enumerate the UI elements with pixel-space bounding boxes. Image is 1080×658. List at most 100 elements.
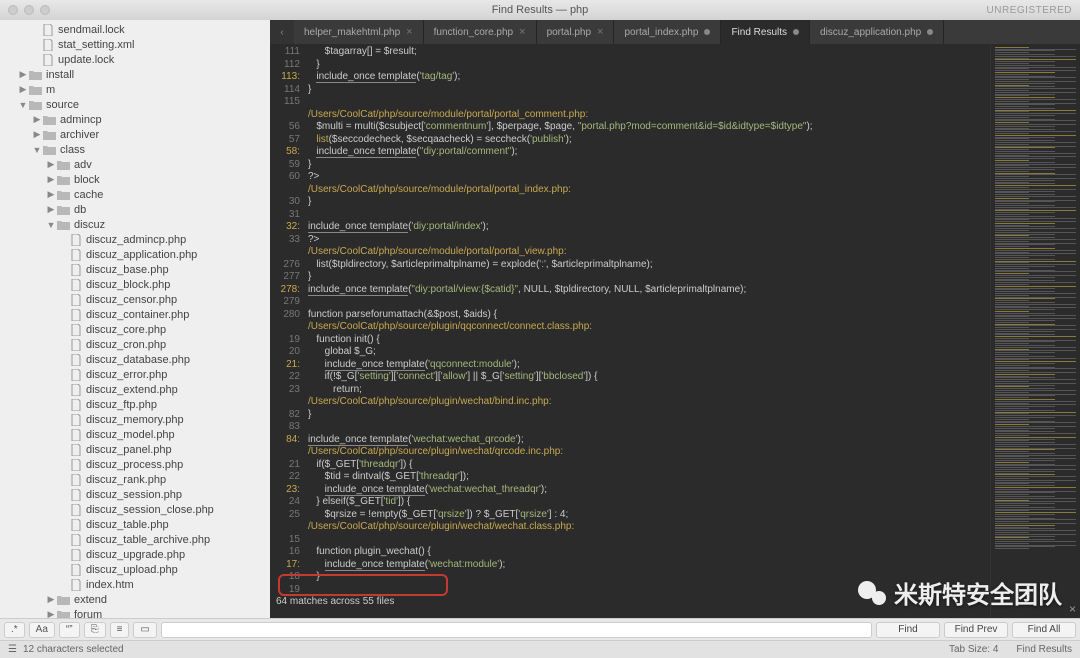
minimize-icon[interactable] [24, 5, 34, 15]
code-line[interactable]: /Users/CoolCat/php/source/module/portal/… [270, 246, 990, 259]
folder-item[interactable]: ▶cache [0, 187, 270, 202]
file-item[interactable]: discuz_error.php [0, 367, 270, 382]
code-line[interactable]: 30} [270, 196, 990, 209]
file-item[interactable]: stat_setting.xml [0, 37, 270, 52]
close-icon[interactable]: × [597, 26, 603, 38]
code-line[interactable]: 20 global $_G; [270, 346, 990, 359]
minimap[interactable] [990, 44, 1080, 618]
file-item[interactable]: sendmail.lock [0, 22, 270, 37]
code-line[interactable]: 279 [270, 296, 990, 309]
regex-toggle[interactable]: .* [4, 622, 25, 638]
code-line[interactable]: 23: include_once template('wechat:wechat… [270, 484, 990, 497]
folder-item[interactable]: ▶db [0, 202, 270, 217]
code-line[interactable]: 82} [270, 409, 990, 422]
code-line[interactable]: /Users/CoolCat/php/source/plugin/wechat/… [270, 446, 990, 459]
disclosure-arrow-icon[interactable]: ▶ [18, 69, 28, 80]
search-input[interactable] [161, 622, 872, 638]
code-line[interactable]: 21: include_once template('qqconnect:mod… [270, 359, 990, 372]
file-item[interactable]: discuz_memory.php [0, 412, 270, 427]
code-line[interactable]: 24 } elseif($_GET['tid']) { [270, 496, 990, 509]
code-line[interactable]: /Users/CoolCat/php/source/plugin/qqconne… [270, 321, 990, 334]
code-line[interactable]: 19 function init() { [270, 334, 990, 347]
close-icon[interactable]: × [406, 26, 412, 38]
zoom-icon[interactable] [40, 5, 50, 15]
file-item[interactable]: discuz_table_archive.php [0, 532, 270, 547]
folder-item[interactable]: ▼source [0, 97, 270, 112]
file-item[interactable]: discuz_ftp.php [0, 397, 270, 412]
code-line[interactable]: /Users/CoolCat/php/source/plugin/wechat/… [270, 396, 990, 409]
folder-item[interactable]: ▶install [0, 67, 270, 82]
code-line[interactable]: 18 } [270, 571, 990, 584]
find-prev-button[interactable]: Find Prev [944, 622, 1008, 638]
code-line[interactable]: 58: include_once template("diy:portal/co… [270, 146, 990, 159]
find-results-view[interactable]: 111 $tagarray[] = $result;112 }113: incl… [270, 44, 990, 618]
code-line[interactable]: 23 return; [270, 384, 990, 397]
code-line[interactable]: 112 } [270, 59, 990, 72]
disclosure-arrow-icon[interactable]: ▶ [46, 204, 56, 215]
file-item[interactable]: discuz_censor.php [0, 292, 270, 307]
file-item[interactable]: discuz_database.php [0, 352, 270, 367]
disclosure-arrow-icon[interactable]: ▶ [46, 594, 56, 605]
code-line[interactable]: 84:include_once template('wechat:wechat_… [270, 434, 990, 447]
code-line[interactable]: /Users/CoolCat/php/source/module/portal/… [270, 109, 990, 122]
sidebar-file-tree[interactable]: sendmail.lockstat_setting.xmlupdate.lock… [0, 20, 270, 618]
folder-item[interactable]: ▶forum [0, 607, 270, 618]
find-all-button[interactable]: Find All [1012, 622, 1076, 638]
folder-item[interactable]: ▶block [0, 172, 270, 187]
code-line[interactable]: 59} [270, 159, 990, 172]
tab[interactable]: helper_makehtml.php× [294, 20, 424, 44]
code-line[interactable]: 16 function plugin_wechat() { [270, 546, 990, 559]
code-line[interactable]: 111 $tagarray[] = $result; [270, 46, 990, 59]
code-line[interactable]: 280function parseforumattach(&$post, $ai… [270, 309, 990, 322]
code-line[interactable]: 57 list($seccodecheck, $secqaacheck) = s… [270, 134, 990, 147]
code-line[interactable]: 115 [270, 96, 990, 109]
wrap-toggle[interactable]: ⎘ [84, 622, 106, 638]
code-line[interactable]: 21 if($_GET['threadqr']) { [270, 459, 990, 472]
disclosure-arrow-icon[interactable]: ▼ [18, 100, 28, 110]
code-line[interactable]: /Users/CoolCat/php/source/plugin/wechat/… [270, 521, 990, 534]
file-item[interactable]: index.htm [0, 577, 270, 592]
code-line[interactable]: 22 if(!$_G['setting']['connect']['allow'… [270, 371, 990, 384]
file-item[interactable]: discuz_base.php [0, 262, 270, 277]
code-line[interactable]: 32:include_once template('diy:portal/ind… [270, 221, 990, 234]
highlight-toggle[interactable]: ▭ [133, 622, 156, 638]
file-item[interactable]: discuz_block.php [0, 277, 270, 292]
code-line[interactable]: 60?> [270, 171, 990, 184]
file-item[interactable]: discuz_container.php [0, 307, 270, 322]
in-selection-toggle[interactable]: ≡ [110, 622, 130, 638]
file-item[interactable]: update.lock [0, 52, 270, 67]
close-icon[interactable]: × [519, 26, 525, 38]
folder-item[interactable]: ▶archiver [0, 127, 270, 142]
code-line[interactable]: 25 $qrsize = !empty($_GET['qrsize']) ? $… [270, 509, 990, 522]
file-item[interactable]: discuz_panel.php [0, 442, 270, 457]
code-line[interactable]: 22 $tid = dintval($_GET['threadqr']); [270, 471, 990, 484]
file-item[interactable]: discuz_session_close.php [0, 502, 270, 517]
file-item[interactable]: discuz_upload.php [0, 562, 270, 577]
file-item[interactable]: discuz_process.php [0, 457, 270, 472]
file-item[interactable]: discuz_table.php [0, 517, 270, 532]
folder-item[interactable]: ▼discuz [0, 217, 270, 232]
file-item[interactable]: discuz_core.php [0, 322, 270, 337]
code-line[interactable]: 277} [270, 271, 990, 284]
code-line[interactable]: 33?> [270, 234, 990, 247]
code-line[interactable]: 19 [270, 584, 990, 597]
traffic-lights[interactable] [8, 5, 50, 15]
file-item[interactable]: discuz_application.php [0, 247, 270, 262]
disclosure-arrow-icon[interactable]: ▶ [32, 114, 42, 125]
code-line[interactable]: 83 [270, 421, 990, 434]
folder-item[interactable]: ▶admincp [0, 112, 270, 127]
file-item[interactable]: discuz_model.php [0, 427, 270, 442]
code-line[interactable]: /Users/CoolCat/php/source/module/portal/… [270, 184, 990, 197]
tab[interactable]: portal_index.php [614, 20, 721, 44]
file-item[interactable]: discuz_session.php [0, 487, 270, 502]
disclosure-arrow-icon[interactable]: ▶ [46, 189, 56, 200]
code-line[interactable]: 278:include_once template("diy:portal/vi… [270, 284, 990, 297]
find-button[interactable]: Find [876, 622, 940, 638]
disclosure-arrow-icon[interactable]: ▶ [18, 84, 28, 95]
file-item[interactable]: discuz_admincp.php [0, 232, 270, 247]
file-item[interactable]: discuz_cron.php [0, 337, 270, 352]
file-item[interactable]: discuz_extend.php [0, 382, 270, 397]
disclosure-arrow-icon[interactable]: ▶ [46, 174, 56, 185]
folder-item[interactable]: ▶extend [0, 592, 270, 607]
tab-scroll-left-icon[interactable]: ‹ [270, 20, 294, 44]
